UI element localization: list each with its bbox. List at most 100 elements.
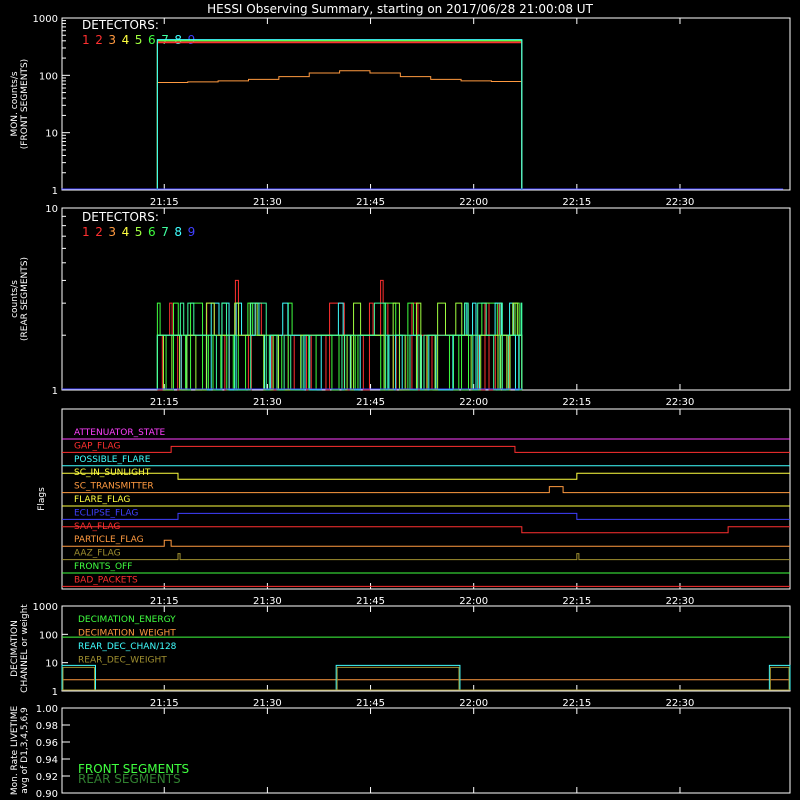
flag-line-aaz-flag [62, 553, 790, 561]
x-tick-label: 21:30 [253, 197, 282, 208]
legend-label-2: 2 [95, 33, 103, 47]
x-tick-label: 22:00 [459, 197, 488, 208]
y-tick-label: 1 [52, 186, 58, 197]
series-line-detector-1 [156, 41, 523, 190]
y-tick-label: 1.00 [36, 704, 58, 715]
legend-label-5: 5 [135, 225, 143, 239]
x-tick-label: 22:30 [666, 698, 695, 709]
x-tick-label: 22:30 [666, 596, 695, 607]
y-tick-label: 0.96 [36, 738, 58, 749]
rear-dec-chan-segment [61, 664, 96, 690]
x-tick-label: 21:15 [150, 698, 179, 709]
flag-line-sc-transmitter [62, 486, 790, 494]
y-tick-label: 1 [52, 687, 58, 698]
y-axis-label-2: (REAR SEGMENTS) [20, 257, 30, 341]
flag-label-bad-packets: BAD_PACKETS [74, 575, 138, 585]
legend-label-4: 4 [122, 33, 130, 47]
x-tick-label: 21:45 [356, 698, 385, 709]
x-tick-label: 21:30 [253, 397, 282, 408]
series-line-detector-5 [156, 40, 523, 190]
series-line-detector-6 [156, 39, 523, 190]
legend-label-1: 1 [82, 33, 90, 47]
y-tick-label: 1000 [33, 602, 58, 613]
x-tick-label: 22:15 [562, 397, 591, 408]
y-axis-label-group-4: DECIMATION CHANNEL or weight [10, 604, 30, 693]
flag-line-saa-flag [62, 526, 790, 534]
x-tick-label: 21:45 [356, 197, 385, 208]
x-tick-label: 22:00 [459, 596, 488, 607]
y-tick-label: 0.98 [36, 721, 58, 732]
x-tick-label: 21:45 [356, 596, 385, 607]
y-axis-label: MON. counts/s [10, 71, 20, 136]
rear-dec-chan-segment [768, 664, 791, 690]
flag-label-sc-transmitter: SC_TRANSMITTER [74, 482, 154, 492]
flag-label-flare-flag: FLARE_FLAG [74, 495, 130, 505]
x-tick-label: 22:30 [666, 397, 695, 408]
rear-dec-chan-segment [335, 664, 461, 690]
legend-label-7: 7 [161, 225, 169, 239]
y-axis-label-group-3: Flags [37, 487, 47, 511]
legend-label-1: 1 [82, 225, 90, 239]
series-line-detector-3 [156, 70, 523, 190]
flag-line-eclipse-flag [62, 512, 790, 520]
flag-line-gap-flag [62, 445, 790, 453]
rear-dec-weight-segment [62, 666, 95, 690]
x-tick-label: 21:30 [253, 698, 282, 709]
legend-label-5: 5 [135, 33, 143, 47]
x-tick-label: 22:00 [459, 698, 488, 709]
panel-frame-2 [61, 207, 791, 391]
decimation-label-1: DECIMATION_ENERGY [78, 615, 176, 625]
series-line-detector-2 [156, 42, 523, 190]
x-tick-label: 22:30 [666, 197, 695, 208]
flag-label-eclipse-flag: ECLIPSE_FLAG [74, 508, 138, 518]
x-tick-label: 21:30 [253, 596, 282, 607]
x-tick-label: 22:15 [562, 596, 591, 607]
legend-title: DETECTORS: [82, 18, 159, 32]
y-axis-label: counts/s [10, 280, 20, 318]
y-tick-label: 100 [39, 71, 58, 82]
observing-summary-chart: HESSI Observing Summary, starting on 201… [10, 2, 791, 800]
legend-label-2: 2 [95, 225, 103, 239]
chart-title: HESSI Observing Summary, starting on 201… [207, 2, 593, 16]
flag-label-possible-flare: POSSIBLE_FLARE [74, 455, 151, 465]
x-tick-label: 22:15 [562, 197, 591, 208]
y-tick-label: 100 [39, 630, 58, 641]
rear-dec-weight-segment [769, 666, 790, 690]
flag-label-aaz-flag: AAZ_FLAG [74, 549, 121, 559]
x-tick-label: 21:45 [356, 397, 385, 408]
rear-series-line [156, 302, 523, 391]
y-axis-label: Flags [37, 487, 47, 511]
legend-label-3: 3 [108, 33, 116, 47]
panel-frame-1 [61, 17, 791, 191]
flag-line-particle-flag [62, 539, 790, 547]
legend-label-3: 3 [108, 225, 116, 239]
y-tick-label: 10 [45, 204, 58, 215]
x-tick-label: 22:15 [562, 698, 591, 709]
x-tick-label: 21:15 [150, 197, 179, 208]
legend-title: DETECTORS: [82, 210, 159, 224]
y-axis-label: Mon. Rate LIVETIME [10, 706, 20, 796]
y-tick-label: 10 [45, 659, 58, 670]
rear-dec-weight-segment [336, 666, 460, 690]
legend-label-6: 6 [148, 33, 156, 47]
decimation-label-4: REAR_DEC_WEIGHT [78, 656, 167, 666]
livetime-legend-2: REAR SEGMENTS [78, 772, 181, 786]
x-tick-label: 22:00 [459, 397, 488, 408]
legend-label-9: 9 [188, 225, 196, 239]
y-axis-label: DECIMATION [10, 620, 20, 677]
y-axis-label-group-2: counts/s (REAR SEGMENTS) [10, 257, 30, 341]
legend-label-4: 4 [122, 225, 130, 239]
decimation-label-3: REAR_DEC_CHAN/128 [78, 642, 177, 652]
y-tick-label: 0.90 [36, 789, 58, 800]
y-tick-label: 0.94 [36, 755, 58, 766]
flag-label-attenuator-state: ATTENUATOR_STATE [74, 428, 166, 438]
legend-label-8: 8 [174, 225, 182, 239]
flag-label-particle-flag: PARTICLE_FLAG [74, 535, 144, 545]
y-tick-label: 1 [52, 386, 58, 397]
y-tick-label: 1000 [33, 14, 58, 25]
flag-label-fronts-off: FRONTS_OFF [74, 562, 132, 572]
y-axis-label-2: (FRONT SEGMENTS) [20, 59, 30, 149]
y-axis-label-2: avg of D1,3,4,5,6,9 [20, 707, 30, 794]
y-axis-label-2: CHANNEL or weight [20, 604, 30, 693]
y-axis-label-group-5: Mon. Rate LIVETIME avg of D1,3,4,5,6,9 [10, 706, 30, 796]
